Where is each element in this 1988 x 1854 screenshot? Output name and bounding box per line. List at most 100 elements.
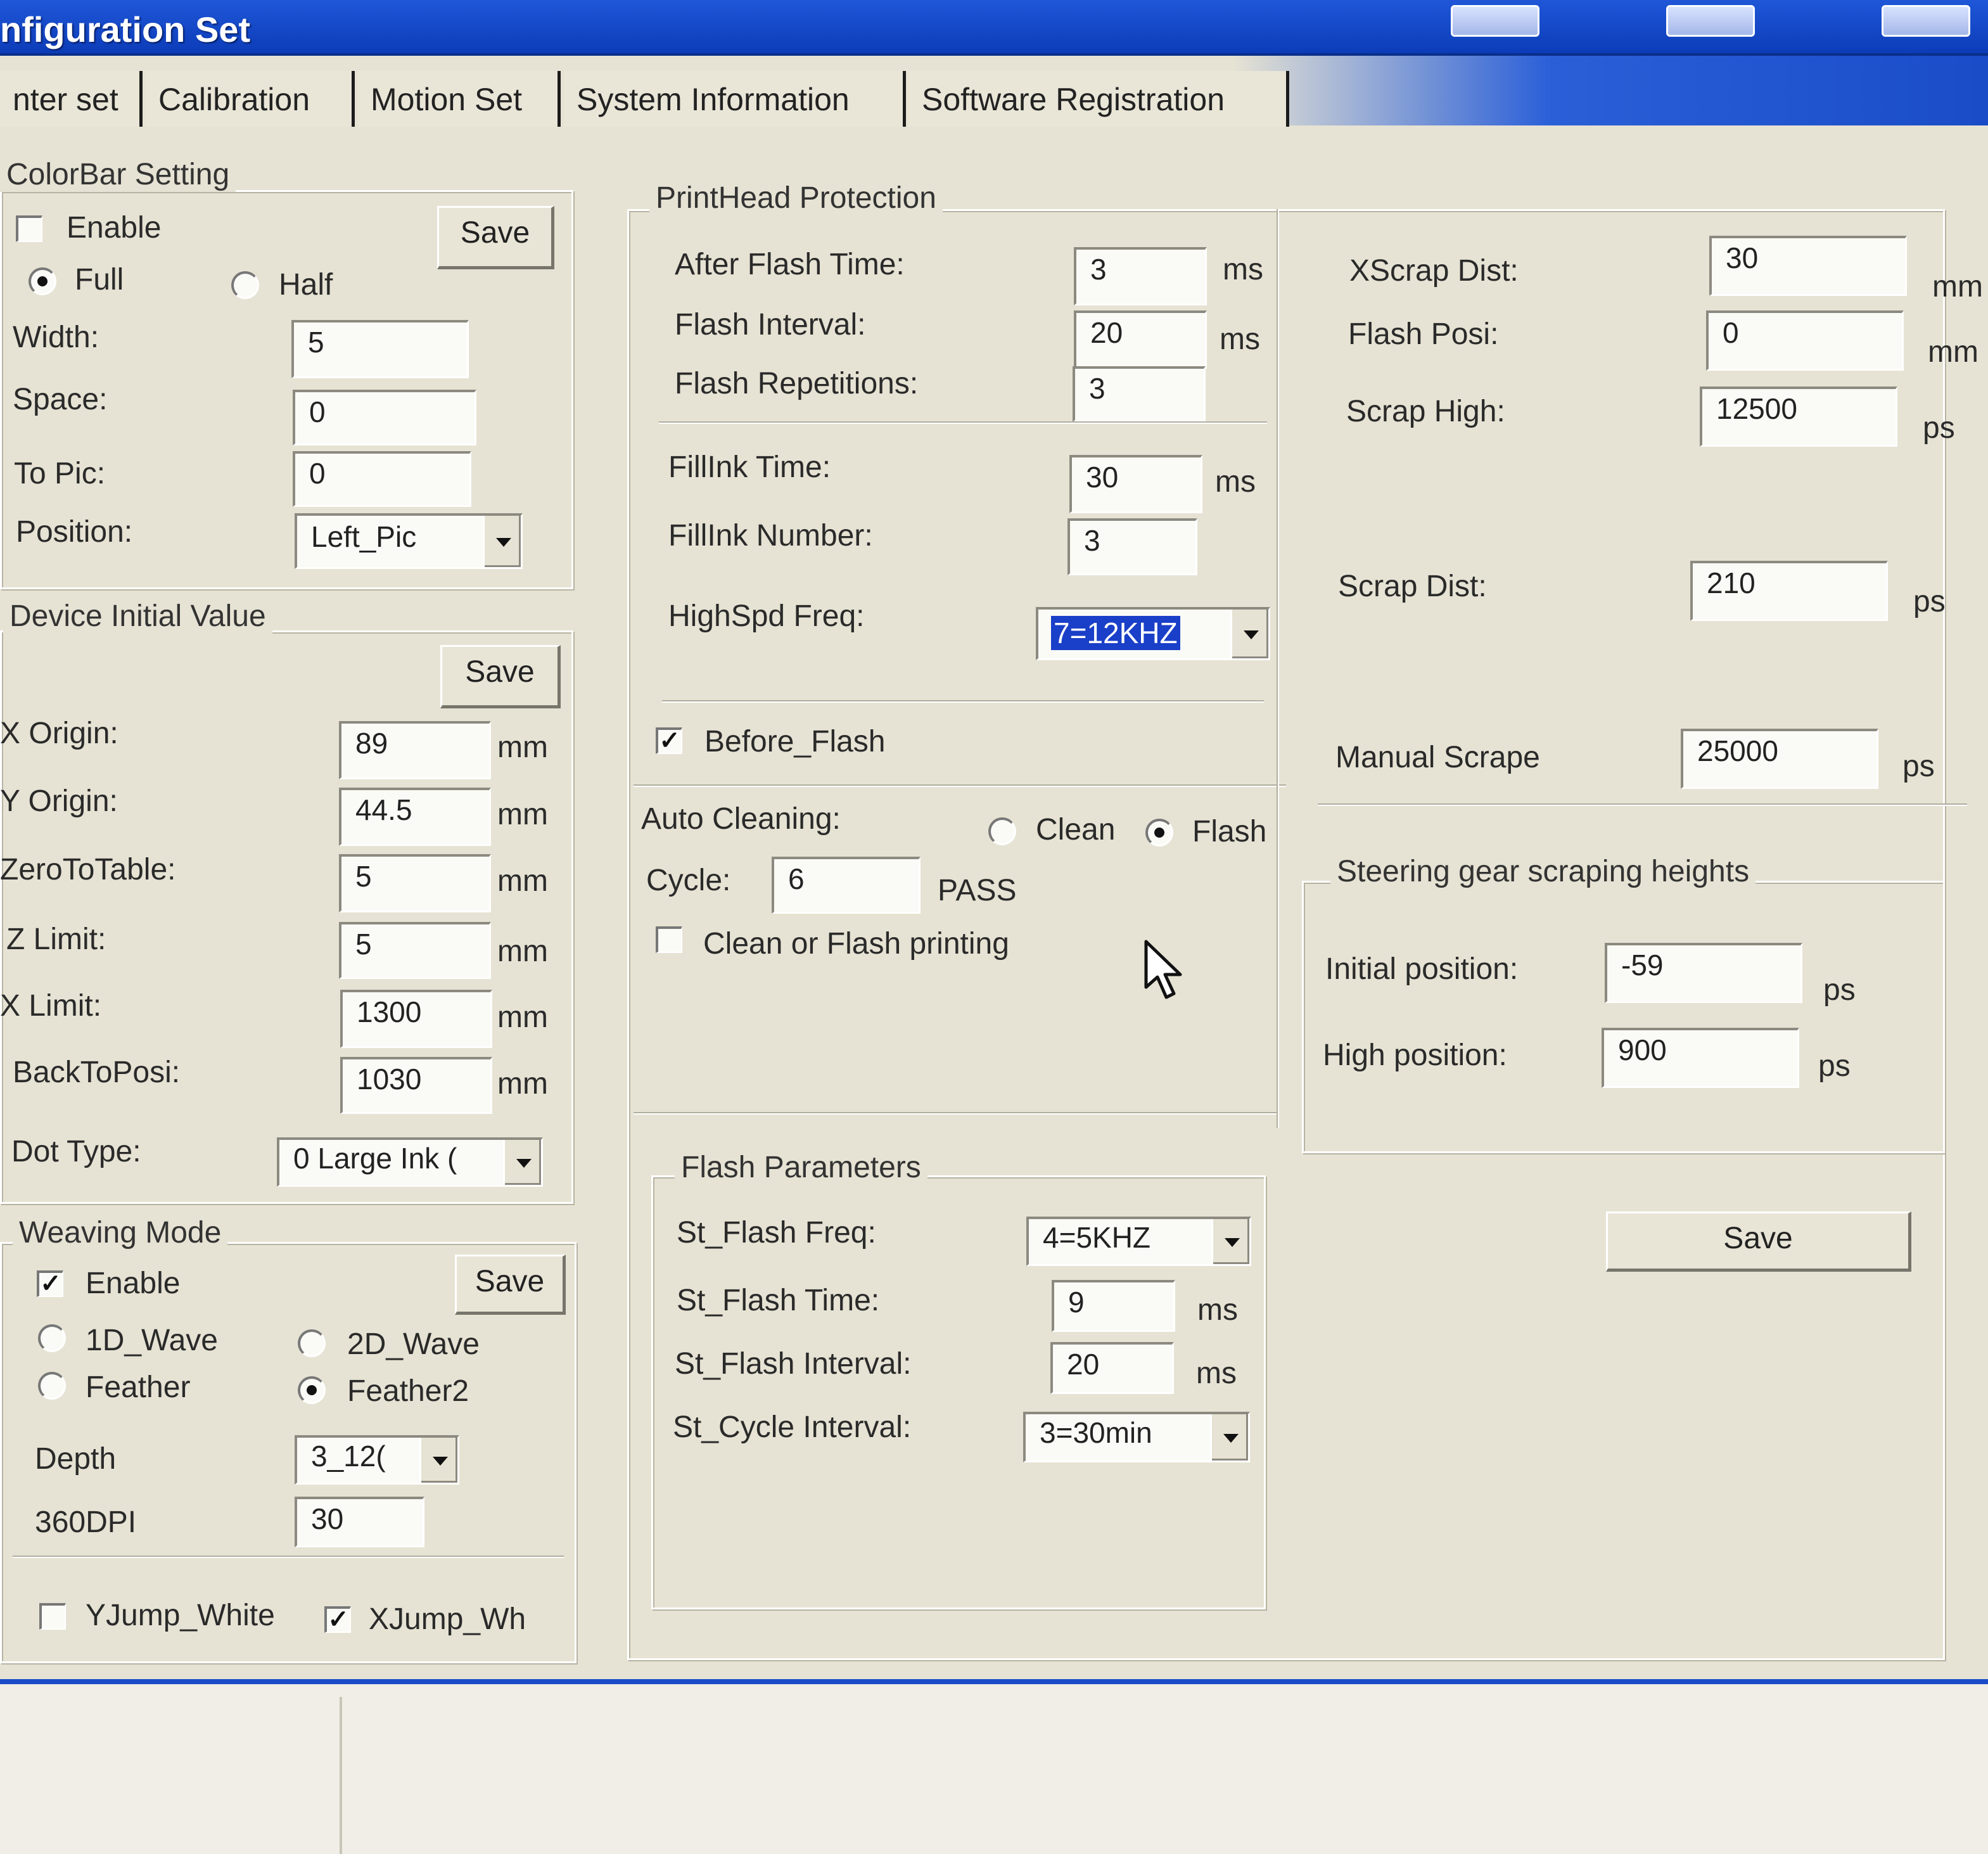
- chevron-down-icon[interactable]: [503, 1140, 541, 1185]
- flash-parameters-legend: Flash Parameters: [675, 1150, 927, 1185]
- st-flash-interval-unit: ms: [1196, 1357, 1237, 1390]
- position-dropdown[interactable]: Left_Pic: [295, 513, 523, 569]
- flash-repetitions-label: Flash Repetitions:: [675, 367, 919, 400]
- st-flash-time-unit: ms: [1197, 1293, 1238, 1327]
- st-cycle-interval-label: St_Cycle Interval:: [673, 1410, 912, 1444]
- steering-save-button[interactable]: Save: [1606, 1211, 1911, 1272]
- tab-printer-set[interactable]: nter set: [0, 71, 143, 128]
- x-origin-input[interactable]: 89: [339, 721, 491, 779]
- x-origin-label: X Origin:: [0, 717, 118, 750]
- flash-posi-label: Flash Posi:: [1348, 317, 1499, 351]
- chevron-down-icon[interactable]: [483, 516, 521, 567]
- initial-position-input[interactable]: -59: [1605, 943, 1802, 1003]
- depth-dropdown[interactable]: 3_12(: [295, 1435, 459, 1485]
- to-pic-input[interactable]: 0: [293, 451, 471, 507]
- st-flash-freq-value: 4=5KHZ: [1043, 1221, 1151, 1254]
- colorbar-legend: ColorBar Setting: [0, 157, 236, 192]
- chevron-down-icon[interactable]: [1210, 1414, 1248, 1461]
- st-flash-freq-dropdown[interactable]: 4=5KHZ: [1026, 1217, 1251, 1266]
- st-flash-interval-label: St_Flash Interval:: [675, 1347, 912, 1381]
- tab-calibration[interactable]: Calibration: [146, 71, 355, 128]
- half-radio[interactable]: [231, 271, 259, 299]
- tab-system-information[interactable]: System Information: [564, 71, 906, 128]
- before-flash-checkbox[interactable]: ✓: [656, 727, 682, 754]
- wave-2d-radio[interactable]: [298, 1329, 326, 1357]
- flash-interval-input[interactable]: 20: [1074, 310, 1207, 369]
- tab-motion-set[interactable]: Motion Set: [358, 71, 561, 128]
- clean-label: Clean: [1036, 813, 1116, 847]
- before-flash-label: Before_Flash: [704, 725, 886, 758]
- cycle-label: Cycle:: [646, 864, 731, 897]
- feather2-label: Feather2: [347, 1374, 469, 1408]
- chevron-down-icon[interactable]: [1211, 1219, 1249, 1264]
- weaving-save-button[interactable]: Save: [455, 1255, 566, 1315]
- x-limit-input[interactable]: 1300: [340, 990, 492, 1048]
- full-radio[interactable]: [29, 267, 56, 295]
- high-position-input[interactable]: 900: [1602, 1028, 1799, 1088]
- z-limit-unit: mm: [497, 935, 548, 968]
- tab-software-registration[interactable]: Software Registration: [909, 71, 1289, 128]
- wave-1d-radio[interactable]: [38, 1324, 66, 1352]
- device-save-button[interactable]: Save: [440, 645, 561, 708]
- xjump-white-checkbox[interactable]: ✓: [324, 1606, 351, 1633]
- zero-to-table-input[interactable]: 5: [339, 854, 491, 912]
- highspd-freq-value: 7=12KHZ: [1051, 616, 1180, 650]
- feather-radio[interactable]: [38, 1372, 66, 1400]
- colorbar-enable-checkbox[interactable]: [16, 215, 42, 242]
- fillink-time-input[interactable]: 30: [1069, 455, 1202, 513]
- flash-posi-input[interactable]: 0: [1706, 310, 1904, 371]
- width-input[interactable]: 5: [291, 320, 469, 378]
- minimize-button[interactable]: [1451, 5, 1539, 37]
- fillink-number-input[interactable]: 3: [1067, 518, 1197, 575]
- z-limit-input[interactable]: 5: [339, 922, 491, 979]
- st-flash-time-label: St_Flash Time:: [677, 1284, 880, 1317]
- clean-or-flash-label: Clean or Flash printing: [703, 927, 1009, 961]
- flash-repetitions-input[interactable]: 3: [1073, 366, 1206, 422]
- x-origin-unit: mm: [497, 731, 548, 764]
- y-origin-input[interactable]: 44.5: [339, 788, 491, 846]
- maximize-button[interactable]: [1666, 5, 1755, 37]
- highspd-freq-label: HighSpd Freq:: [668, 599, 865, 633]
- flash-radio[interactable]: [1145, 819, 1173, 847]
- y-origin-label: Y Origin:: [0, 784, 118, 818]
- st-cycle-interval-dropdown[interactable]: 3=30min: [1023, 1412, 1250, 1462]
- yjump-white-label: YJump_White: [86, 1599, 275, 1632]
- column-divider: [1277, 209, 1279, 1128]
- clean-radio[interactable]: [988, 817, 1016, 845]
- scrap-high-input[interactable]: 12500: [1700, 387, 1897, 447]
- xscrap-dist-label: XScrap Dist:: [1349, 254, 1519, 288]
- clean-or-flash-checkbox[interactable]: [656, 926, 682, 953]
- colorbar-save-button[interactable]: Save: [437, 206, 554, 269]
- close-button[interactable]: [1882, 5, 1970, 37]
- zero-to-table-unit: mm: [497, 864, 548, 898]
- yjump-white-checkbox[interactable]: [39, 1603, 66, 1630]
- scrap-dist-label: Scrap Dist:: [1338, 570, 1487, 603]
- fillink-number-label: FillInk Number:: [668, 519, 873, 553]
- space-input[interactable]: 0: [293, 390, 476, 445]
- cycle-input[interactable]: 6: [772, 857, 921, 914]
- position-value: Left_Pic: [311, 520, 417, 553]
- scrap-dist-unit: ps: [1913, 585, 1946, 618]
- status-cell-1: [0, 1697, 342, 1854]
- status-bar: [0, 1679, 1988, 1854]
- xscrap-dist-unit: mm: [1932, 270, 1983, 304]
- feather2-radio[interactable]: [298, 1376, 326, 1404]
- back-to-posi-unit: mm: [497, 1067, 548, 1101]
- scrap-dist-input[interactable]: 210: [1690, 561, 1888, 621]
- steering-gear-group: [1302, 881, 1945, 1153]
- printhead-separator-3: [634, 784, 1286, 787]
- st-flash-time-input[interactable]: 9: [1052, 1280, 1175, 1332]
- width-label: Width:: [13, 321, 99, 354]
- after-flash-input[interactable]: 3: [1074, 247, 1207, 305]
- chevron-down-icon[interactable]: [1230, 610, 1268, 658]
- chevron-down-icon[interactable]: [419, 1438, 457, 1483]
- weaving-mode-legend: Weaving Mode: [13, 1215, 228, 1250]
- xscrap-dist-input[interactable]: 30: [1709, 236, 1907, 296]
- dpi-input[interactable]: 30: [295, 1497, 424, 1547]
- weaving-enable-checkbox[interactable]: ✓: [37, 1270, 63, 1297]
- manual-scrape-input[interactable]: 25000: [1681, 729, 1878, 789]
- back-to-posi-input[interactable]: 1030: [340, 1057, 492, 1114]
- highspd-freq-dropdown[interactable]: 7=12KHZ: [1036, 607, 1270, 660]
- st-flash-interval-input[interactable]: 20: [1050, 1342, 1174, 1394]
- dot-type-dropdown[interactable]: 0 Large Ink (: [277, 1137, 543, 1187]
